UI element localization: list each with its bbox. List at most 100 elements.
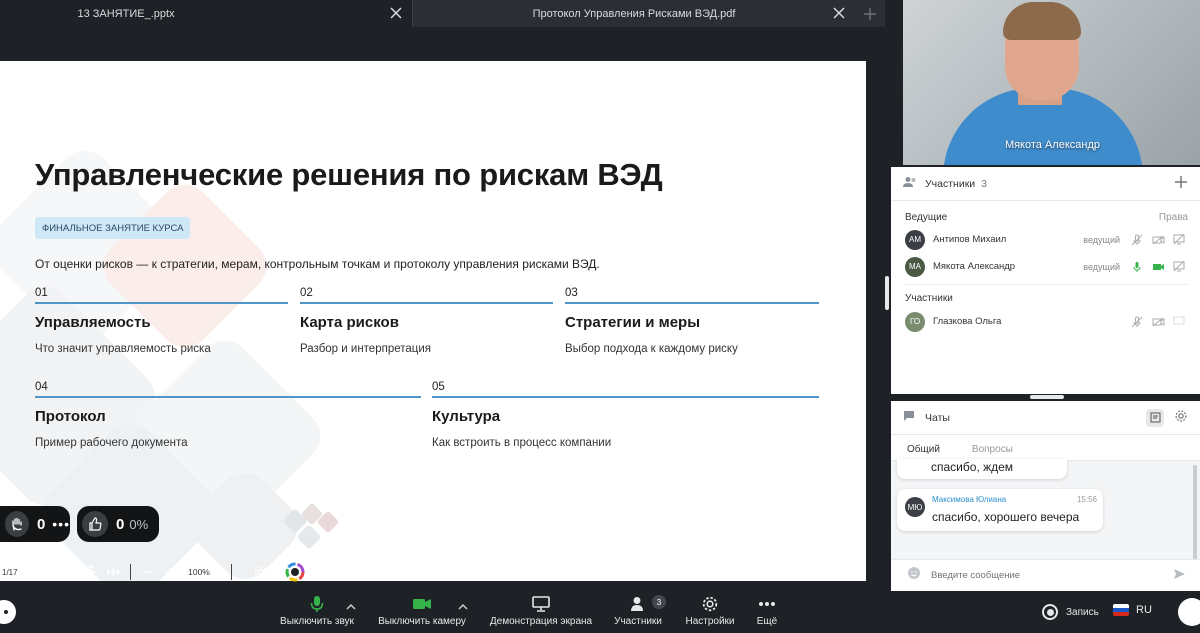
divider <box>903 284 1188 285</box>
chat-input-bar <box>891 559 1200 591</box>
avatar: МЮ <box>905 497 925 517</box>
mic-off-icon[interactable] <box>1128 315 1146 329</box>
chat-tabs: Общий Вопросы <box>891 435 1200 461</box>
camera-on-icon[interactable] <box>1149 260 1167 274</box>
more-icon <box>758 592 776 616</box>
fullscreen-icon[interactable] <box>1178 598 1200 626</box>
item-number: 02 <box>300 287 553 304</box>
camera-off-icon[interactable] <box>1149 233 1167 247</box>
screen-share-icon[interactable] <box>1170 233 1188 247</box>
course-badge: ФИНАЛЬНОЕ ЗАНЯТИЕ КУРСА <box>35 217 191 239</box>
item-description: Что значит управляемость риска <box>35 343 211 355</box>
fit-width-icon[interactable] <box>102 561 124 583</box>
brush-icon[interactable] <box>386 561 408 583</box>
thumbs-up-icon <box>82 511 108 537</box>
participant-row[interactable]: АМ Антипов Михаил ведущий <box>891 226 1200 253</box>
close-icon[interactable] <box>388 5 404 21</box>
chat-message-input[interactable] <box>931 570 1151 581</box>
tab-pdf[interactable]: Протокол Управления Рисками ВЭД.pdf <box>412 0 855 27</box>
ellipse-icon[interactable] <box>522 561 544 583</box>
hand-count: 0 <box>36 515 46 533</box>
zoom-in-icon[interactable] <box>159 561 181 583</box>
item-number: 03 <box>565 287 819 304</box>
mic-off-icon[interactable] <box>1128 233 1146 247</box>
more-reactions-icon[interactable]: ••• <box>52 516 70 532</box>
monitor-icon <box>532 592 550 616</box>
gear-icon[interactable] <box>250 561 272 583</box>
rectangle-icon[interactable] <box>488 561 510 583</box>
next-slide-icon[interactable] <box>58 561 80 583</box>
chevron-up-icon[interactable] <box>458 598 468 616</box>
color-picker-icon[interactable] <box>284 561 306 583</box>
emoji-icon[interactable] <box>907 566 921 585</box>
marker-icon[interactable] <box>420 561 442 583</box>
mute-button[interactable]: Выключить звук <box>278 592 356 633</box>
chevron-up-icon[interactable] <box>346 598 356 616</box>
screen-share-button[interactable]: Демонстрация экрана <box>488 592 594 633</box>
screen-share-icon[interactable] <box>1170 315 1188 329</box>
more-button[interactable]: Ещё <box>752 592 782 633</box>
eraser-icon[interactable] <box>556 561 578 583</box>
participant-row[interactable]: ГО Глазкова Ольга <box>891 308 1200 335</box>
raise-hand-counter[interactable]: 0 ••• <box>0 506 70 542</box>
mic-on-icon[interactable] <box>1128 260 1146 274</box>
record-button[interactable]: Запись <box>1042 604 1099 620</box>
screen-share-icon[interactable] <box>1170 260 1188 274</box>
chat-export-icon[interactable] <box>1146 408 1164 427</box>
hand-icon <box>5 511 29 537</box>
text-tool-icon[interactable] <box>624 561 646 583</box>
item-title: Карта рисков <box>300 314 399 331</box>
chat-message: МЮ Максимова Юлиана 15:56 спасибо, хорош… <box>897 489 1103 531</box>
pointer-icon[interactable] <box>318 561 340 583</box>
video-person-hair <box>1003 2 1081 40</box>
message-time: 15:56 <box>1076 495 1097 504</box>
zoom-out-icon[interactable] <box>137 561 159 583</box>
tab-questions[interactable]: Вопросы <box>972 444 1013 460</box>
chat-panel: Чаты Общий Вопросы спасибо, ждем МЮ Макс… <box>891 401 1200 591</box>
line-icon[interactable] <box>454 561 476 583</box>
resize-handle[interactable] <box>885 276 889 310</box>
like-counter[interactable]: 0 0% <box>77 506 159 542</box>
record-icon <box>1042 604 1058 620</box>
trash-icon[interactable] <box>590 561 612 583</box>
slide-subtitle: От оценки рисков — к стратегии, мерам, к… <box>35 257 600 271</box>
avatar: АМ <box>905 229 925 250</box>
separator <box>130 564 131 580</box>
add-participant-icon[interactable] <box>1174 175 1188 192</box>
slide-item: 02 Карта рисков Разбор и интерпретация <box>300 287 553 355</box>
participant-name: Мякота Александр <box>933 261 1016 272</box>
zoom-input[interactable]: 100% <box>181 563 217 581</box>
settings-label: Настройки <box>685 616 735 627</box>
camera-button[interactable]: Выключить камеру <box>376 592 468 633</box>
video-tile[interactable]: Мякота Александр <box>903 0 1200 165</box>
conference-app: 13 ЗАНЯТИЕ_.pptx Протокол Управления Рис… <box>0 0 1200 633</box>
tab-general[interactable]: Общий <box>907 444 940 460</box>
video-participant-name: Мякота Александр <box>1004 139 1100 151</box>
prev-slide-icon[interactable] <box>36 561 58 583</box>
camera-off-icon[interactable] <box>1149 315 1167 329</box>
participants-count-badge: 3 <box>652 595 666 609</box>
chat-scrollbar[interactable] <box>1193 465 1197 565</box>
separator <box>231 564 232 580</box>
fit-height-icon[interactable] <box>80 561 102 583</box>
settings-button[interactable]: Настройки <box>683 592 737 633</box>
bottom-bar: Выключить звук Выключить камеру Демонстр… <box>0 592 1200 633</box>
page-number-input[interactable]: 1/17 <box>0 563 32 581</box>
app-logo <box>0 600 16 624</box>
add-tab-icon[interactable] <box>855 0 885 27</box>
gear-icon[interactable] <box>1174 409 1188 426</box>
panel-resize-handle[interactable] <box>1030 395 1064 399</box>
language-label: RU <box>1136 604 1152 616</box>
close-icon[interactable] <box>831 5 847 21</box>
item-description: Разбор и интерпретация <box>300 343 432 355</box>
user-icon <box>630 592 646 616</box>
slide-item: 04 Протокол Пример рабочего документа <box>35 381 421 449</box>
participants-panel: Участники 3 Ведущие Права АМ Антипов Мих… <box>891 167 1200 394</box>
language-selector[interactable]: RU <box>1113 604 1152 616</box>
send-icon[interactable] <box>1173 567 1186 585</box>
participant-row[interactable]: МА Мякота Александр ведущий <box>891 253 1200 280</box>
participant-name: Глазкова Ольга <box>933 316 1002 327</box>
move-icon[interactable] <box>352 561 374 583</box>
document-tabs: 13 ЗАНЯТИЕ_.pptx Протокол Управления Рис… <box>0 0 885 27</box>
tab-pptx[interactable]: 13 ЗАНЯТИЕ_.pptx <box>0 0 412 27</box>
